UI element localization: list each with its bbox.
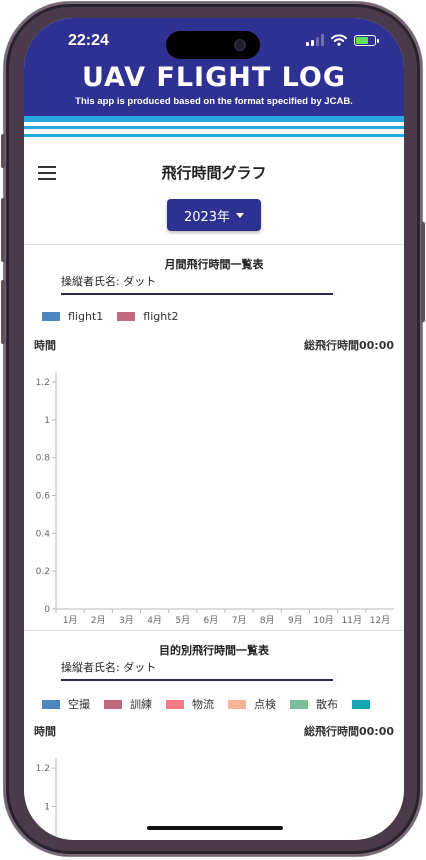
- app-header: 22:24 UAV FLIGHT LOG This app is produce…: [24, 18, 404, 116]
- y-tick-label: 0: [44, 605, 50, 615]
- legend-swatch: [228, 699, 246, 709]
- caret-down-icon: [236, 212, 245, 218]
- legend-swatch: [117, 312, 136, 321]
- app-screen: 22:24 UAV FLIGHT LOG This app is produce…: [24, 18, 404, 840]
- y-tick-label: 1.2: [36, 378, 50, 388]
- monthly-bar-chart: 0 0.2 0.4 0.6 0.8 1 1.2 1月 2月 3月 4月 5月 6月 7月 8月 9月 10月 11…: [36, 372, 394, 626]
- legend-item: 物流: [166, 696, 214, 712]
- app-title: UAV FLIGHT LOG: [81, 62, 347, 93]
- legend-item: 空撮: [42, 696, 90, 712]
- x-tick-label: 10月: [313, 615, 333, 626]
- x-tick-label: 9月: [288, 615, 303, 626]
- section-divider: [24, 630, 404, 631]
- legend-item: 訓練: [104, 696, 152, 712]
- x-tick-label: 6月: [204, 615, 219, 626]
- purpose-operator-name: 操縦者氏名: ダット: [61, 659, 333, 681]
- y-tick-label: 1: [44, 803, 50, 813]
- x-tick-label: 5月: [175, 615, 190, 626]
- legend-swatch: [104, 699, 122, 709]
- year-label: 2023年: [183, 209, 231, 225]
- monthly-total-time: 総飛行時間00:00: [303, 339, 394, 352]
- header-stripe: [24, 116, 404, 122]
- x-tick-label: 7月: [232, 615, 247, 626]
- x-tick-label: 4月: [147, 615, 162, 626]
- header-stripe: [24, 134, 404, 137]
- page-title: 飛行時間グラフ: [161, 164, 267, 182]
- section-divider: [24, 244, 404, 245]
- home-indicator: [147, 826, 283, 830]
- y-tick-label: 0.2: [36, 567, 50, 577]
- legend-item: flight1: [42, 310, 103, 323]
- legend-label: flight1: [68, 310, 104, 323]
- legend-label: 点検: [254, 698, 276, 711]
- dynamic-island: [166, 31, 260, 59]
- legend-swatch: [42, 699, 60, 709]
- status-icons: [306, 34, 379, 46]
- legend-label: 散布: [316, 698, 338, 711]
- signal-icon: [306, 34, 324, 46]
- legend-item: flight2: [117, 310, 179, 323]
- monthly-y-axis-title: 時間: [34, 339, 56, 352]
- legend-label: 物流: [192, 698, 214, 711]
- action-button: [1, 134, 5, 168]
- top-bar: 飛行時間グラフ: [24, 148, 404, 198]
- purpose-legend: 空撮 訓練 物流 点検 散布: [42, 696, 370, 712]
- status-time: 22:24: [68, 32, 109, 49]
- y-tick-label: 1.2: [36, 764, 50, 774]
- y-tick-label: 0.6: [36, 492, 51, 502]
- x-tick-label: 8月: [260, 615, 275, 626]
- legend-swatch: [166, 699, 184, 709]
- purpose-total-time: 総飛行時間00:00: [303, 725, 394, 738]
- legend-swatch: [290, 699, 308, 709]
- x-tick-label: 2月: [91, 615, 106, 626]
- purpose-y-axis-title: 時間: [34, 725, 56, 738]
- power-button: [421, 222, 425, 322]
- y-tick-label: 1: [44, 416, 50, 426]
- legend-label: 訓練: [130, 698, 152, 711]
- wifi-icon: [331, 34, 347, 46]
- legend-swatch: [352, 699, 370, 709]
- volume-up-button: [1, 198, 5, 262]
- app-subtitle: This app is produced based on the format…: [75, 96, 353, 107]
- y-tick-label: 0.8: [36, 454, 51, 464]
- volume-down-button: [1, 280, 5, 344]
- y-tick-label: 0.4: [36, 529, 51, 539]
- legend-item: 点検: [228, 696, 276, 712]
- legend-swatch: [42, 312, 60, 321]
- header-stripe: [24, 126, 404, 129]
- x-tick-label: 11月: [342, 615, 362, 626]
- x-tick-label: 1月: [63, 615, 78, 626]
- legend-item: 散布: [290, 696, 338, 712]
- battery-icon: [354, 35, 379, 46]
- x-tick-label: 3月: [119, 615, 134, 626]
- legend-label: 空撮: [68, 698, 90, 711]
- camera-icon: [234, 39, 246, 51]
- purpose-bar-chart: 1.210.8: [36, 758, 57, 840]
- x-tick-label: 12月: [370, 615, 390, 626]
- monthly-operator-name: 操縦者氏名: ダット: [61, 273, 333, 295]
- purpose-section-title: 目的別飛行時間一覧表: [159, 644, 269, 657]
- monthly-section-title: 月間飛行時間一覧表: [164, 258, 264, 271]
- year-dropdown-button[interactable]: 2023年: [167, 199, 261, 231]
- legend-item: [352, 699, 370, 709]
- legend-label: flight2: [143, 310, 179, 323]
- monthly-legend: flight1 flight2: [42, 310, 179, 323]
